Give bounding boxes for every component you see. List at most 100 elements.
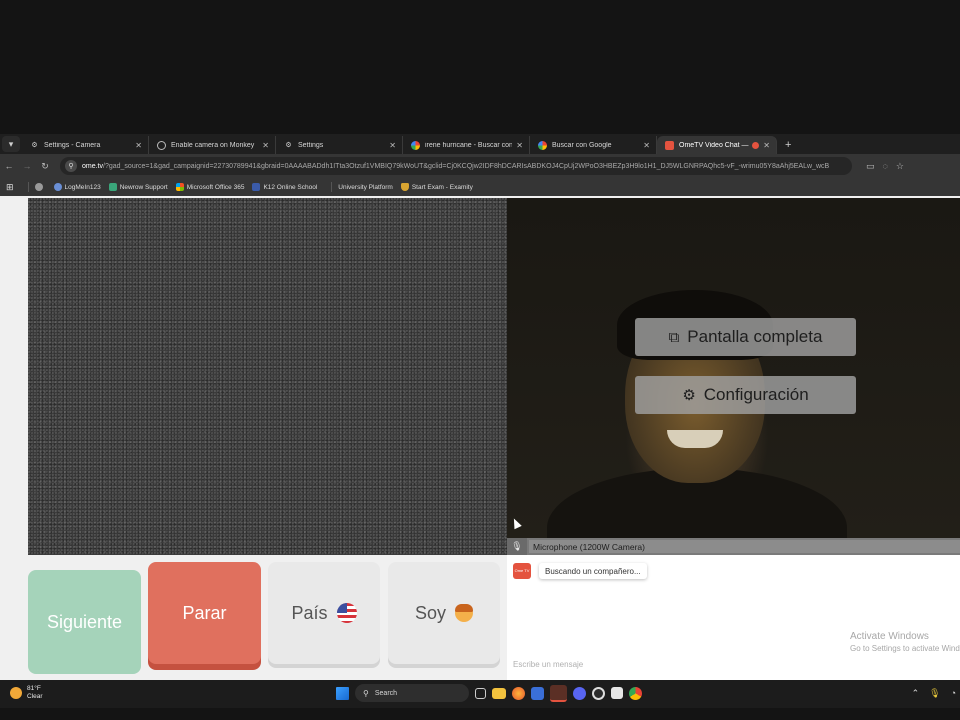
- google-icon: [538, 140, 547, 150]
- microphone-icon: 🎙: [507, 538, 527, 555]
- k12-icon: [252, 183, 261, 191]
- taskbar-apps: ⚲ Search: [336, 684, 642, 702]
- page-margin: [0, 196, 28, 680]
- weather-widget[interactable]: 81°F Clear: [10, 685, 43, 701]
- back-icon[interactable]: ←: [0, 161, 18, 171]
- top-black-band: [0, 0, 960, 134]
- settings-button[interactable]: ⚙ Configuración: [635, 376, 856, 414]
- microphone-selector[interactable]: 🎙 Microphone (1200W Camera): [507, 538, 960, 555]
- tab-buscar-google[interactable]: Buscar con Google ✕: [530, 136, 657, 154]
- close-icon[interactable]: ✕: [262, 141, 269, 150]
- reload-icon[interactable]: ↻: [36, 161, 54, 172]
- boy-emoji-icon: [455, 604, 474, 622]
- ometv-logo: Ome TV: [513, 563, 531, 579]
- tab-title: OmeTV Video Chat — Ome: [679, 141, 749, 149]
- tab-settings[interactable]: ⚙ Settings ✕: [276, 136, 403, 154]
- new-tab-icon[interactable]: +: [785, 139, 791, 151]
- stop-button[interactable]: Parar: [148, 562, 261, 664]
- obs-icon[interactable]: [592, 686, 605, 700]
- screen: ▾ ⚙ Settings - Camera ✕ Enable camera on…: [0, 0, 960, 720]
- chat-status-message: Buscando un compañero...: [539, 563, 647, 579]
- chat-message-input[interactable]: Escribe un mensaje: [513, 660, 583, 669]
- ometv-taskbar-icon[interactable]: [550, 684, 567, 702]
- country-button[interactable]: País: [268, 562, 380, 664]
- store-icon[interactable]: [531, 686, 544, 700]
- taskbar-search[interactable]: ⚲ Search: [355, 684, 469, 702]
- bookmark-office365[interactable]: Microsoft Office 365: [175, 183, 244, 191]
- tab-enable-camera[interactable]: Enable camera on Monkey ✕: [149, 136, 276, 154]
- bookmark-k12[interactable]: K12 Online School: [252, 183, 317, 191]
- close-icon[interactable]: ✕: [516, 141, 523, 150]
- tab-title: Enable camera on Monkey: [171, 141, 255, 149]
- microphone-tray-icon[interactable]: 🎙: [929, 688, 940, 699]
- file-explorer-icon[interactable]: [492, 687, 506, 699]
- stranger-video-static: [28, 198, 507, 555]
- newrow-icon: [108, 183, 117, 191]
- weather-icon: [10, 687, 22, 699]
- logmein-icon: [53, 183, 62, 191]
- tab-title: Settings - Camera: [44, 141, 101, 149]
- tab-title: Settings: [298, 141, 324, 149]
- wifi-icon[interactable]: ◔: [951, 688, 956, 699]
- star-icon[interactable]: ☆: [896, 161, 904, 172]
- task-view-icon[interactable]: [475, 687, 486, 699]
- gear-icon: ⚙: [285, 142, 292, 149]
- ometv-icon: [665, 140, 674, 150]
- recording-icon: [752, 141, 760, 149]
- globe-icon: [157, 140, 166, 150]
- bookmark-university[interactable]: University Platform: [338, 184, 393, 191]
- fullscreen-button[interactable]: ⧉ Pantalla completa: [635, 318, 856, 356]
- discord-icon[interactable]: [573, 686, 586, 700]
- close-icon[interactable]: ✕: [389, 141, 396, 150]
- gear-icon: ⚙: [31, 142, 38, 149]
- gender-button[interactable]: Soy: [388, 562, 500, 664]
- chrome-bookmark-icon[interactable]: [34, 183, 46, 191]
- tab-settings-camera[interactable]: ⚙ Settings - Camera ✕: [22, 136, 149, 154]
- ometv-page: ⧉ Pantalla completa ⚙ Configuración 🎙 Mi…: [0, 196, 960, 680]
- bookmarks-bar: ⊞ LogMeIn123 Newrow Support Microsoft Of…: [0, 178, 960, 196]
- url-host: ome.tv: [82, 162, 104, 170]
- browser-toolbar: ← → ↻ ⚲ ome.tv/?gad_source=1&gad_campaig…: [0, 154, 960, 178]
- tab-search-button[interactable]: ▾: [2, 136, 20, 152]
- divider: [27, 182, 29, 192]
- fullscreen-icon: ⧉: [668, 328, 680, 346]
- url-path: /?gad_source=1&gad_campaignid=2273078994…: [103, 162, 830, 170]
- chat-panel: Ome TV Buscando un compañero... Activate…: [507, 555, 960, 680]
- self-camera-video: ⧉ Pantalla completa ⚙ Configuración: [507, 198, 960, 538]
- google-icon: [411, 140, 420, 150]
- temperature: 81°F: [27, 685, 41, 692]
- windows-taskbar: 81°F Clear ⚲ Search ⌃ 🎙 ◔: [0, 680, 960, 708]
- weather-condition: Clear: [27, 693, 43, 700]
- eye-off-icon[interactable]: ◌: [883, 161, 888, 172]
- divider: [331, 182, 333, 192]
- next-button[interactable]: Siguiente: [28, 570, 141, 674]
- bookmark-examity[interactable]: Start Exam - Examity: [400, 183, 473, 191]
- microsoft-icon: [175, 183, 184, 191]
- close-icon[interactable]: ✕: [643, 141, 650, 150]
- tab-irene-hurricane[interactable]: irene hurricane - Buscar con Go ✕: [403, 136, 530, 154]
- us-flag-icon: [336, 603, 357, 623]
- toolbar-actions: ▭ ◌ ☆: [866, 161, 904, 172]
- bookmark-logmein[interactable]: LogMeIn123: [53, 183, 101, 191]
- tab-strip: ▾ ⚙ Settings - Camera ✕ Enable camera on…: [0, 134, 960, 154]
- chevron-up-icon[interactable]: ⌃: [912, 688, 920, 699]
- tab-title: Buscar con Google: [552, 141, 612, 149]
- gear-icon: ⚙: [682, 387, 696, 404]
- apps-icon[interactable]: ⊞: [6, 182, 14, 193]
- site-info-icon[interactable]: ⚲: [65, 160, 77, 172]
- tab-ometv[interactable]: OmeTV Video Chat — Ome ✕: [657, 136, 777, 154]
- app-icon[interactable]: [611, 687, 623, 699]
- close-icon[interactable]: ✕: [135, 141, 142, 150]
- search-icon: ⚲: [363, 688, 369, 698]
- examity-icon: [400, 183, 409, 191]
- firefox-icon[interactable]: [512, 686, 525, 700]
- cast-icon[interactable]: ▭: [866, 161, 875, 172]
- forward-icon[interactable]: →: [18, 161, 36, 171]
- close-icon[interactable]: ✕: [763, 141, 770, 150]
- microphone-label: Microphone (1200W Camera): [529, 540, 960, 553]
- windows-start-icon[interactable]: [336, 686, 349, 700]
- address-bar[interactable]: ⚲ ome.tv/?gad_source=1&gad_campaignid=22…: [60, 157, 852, 175]
- bookmark-newrow[interactable]: Newrow Support: [108, 183, 168, 191]
- chrome-icon[interactable]: [629, 686, 642, 700]
- bottom-black-band: [0, 708, 960, 720]
